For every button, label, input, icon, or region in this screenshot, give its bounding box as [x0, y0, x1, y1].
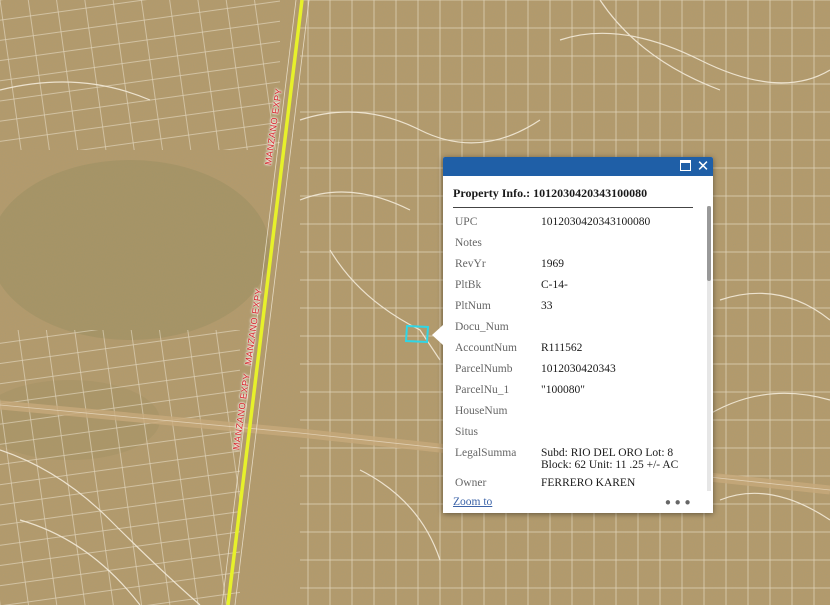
popup-title: Property Info.: 1012030420343100080: [453, 176, 693, 208]
attribute-row: PltNum 33: [453, 297, 693, 318]
attribute-key: HouseNum: [455, 405, 508, 417]
attribute-row: RevYr 1969: [453, 255, 693, 276]
attribute-value: [539, 318, 693, 339]
attribute-key: ParcelNu_1: [455, 384, 510, 396]
attribute-key: Notes: [455, 237, 482, 249]
more-icon[interactable]: •••: [663, 494, 693, 512]
attribute-row: ParcelNumb 1012030420343: [453, 360, 693, 381]
close-icon[interactable]: ✕: [695, 158, 711, 175]
attribute-value: R111562: [541, 342, 583, 354]
property-info-popup: ✕ Property Info.: 1012030420343100080 UP…: [432, 157, 713, 513]
attribute-value: 1012030420343: [541, 363, 616, 375]
attribute-row: Notes: [453, 234, 693, 255]
attribute-value: 1012030420343100080: [541, 216, 651, 228]
attribute-key: PltNum: [455, 300, 491, 312]
attribute-row: LegalSumma Subd: RIO DEL ORO Lot: 8 Block…: [453, 444, 693, 474]
zoom-to-link[interactable]: Zoom to: [453, 496, 492, 508]
attribute-key: Situs: [455, 426, 479, 438]
attribute-row: ParcelNu_1 "100080": [453, 381, 693, 402]
scrollbar-thumb[interactable]: [707, 206, 711, 281]
attribute-value: 1969: [541, 258, 564, 270]
attribute-table: UPC 1012030420343100080 Notes RevYr 1969 PltB…: [453, 213, 693, 495]
attribute-value: [539, 423, 693, 444]
attribute-value: [539, 402, 693, 423]
attribute-row: HouseNum: [453, 402, 693, 423]
popup-pointer: [432, 325, 443, 345]
attribute-key: Docu_Num: [455, 321, 509, 333]
attribute-key: UPC: [455, 216, 478, 228]
attribute-value: Subd: RIO DEL ORO Lot: 8 Block: 62 Unit:…: [541, 447, 679, 471]
attribute-row: Situs: [453, 423, 693, 444]
attribute-key: AccountNum: [455, 342, 517, 354]
attribute-row: PltBk C-14-: [453, 276, 693, 297]
attribute-key: LegalSumma: [455, 447, 517, 459]
attribute-row: Owner FERRERO KAREN: [453, 474, 693, 495]
popup-scrollbar[interactable]: [707, 206, 711, 491]
attribute-value: C-14-: [541, 279, 568, 291]
popup-titlebar: ✕: [443, 157, 713, 176]
attribute-row: AccountNum R111562: [453, 339, 693, 360]
attribute-row: UPC 1012030420343100080: [453, 213, 693, 234]
popup-content[interactable]: Property Info.: 1012030420343100080 UPC 1…: [443, 176, 703, 495]
attribute-key: RevYr: [455, 258, 486, 270]
attribute-value: "100080": [541, 384, 585, 396]
attribute-key: Owner: [455, 477, 487, 489]
attribute-value: 33: [541, 300, 553, 312]
maximize-icon[interactable]: [677, 158, 693, 175]
attribute-value: FERRERO KAREN: [541, 477, 636, 489]
attribute-key: PltBk: [455, 279, 482, 291]
popup-footer: Zoom to •••: [443, 494, 713, 513]
attribute-key: ParcelNumb: [455, 363, 513, 375]
attribute-value: [539, 234, 693, 255]
attribute-row: Docu_Num: [453, 318, 693, 339]
